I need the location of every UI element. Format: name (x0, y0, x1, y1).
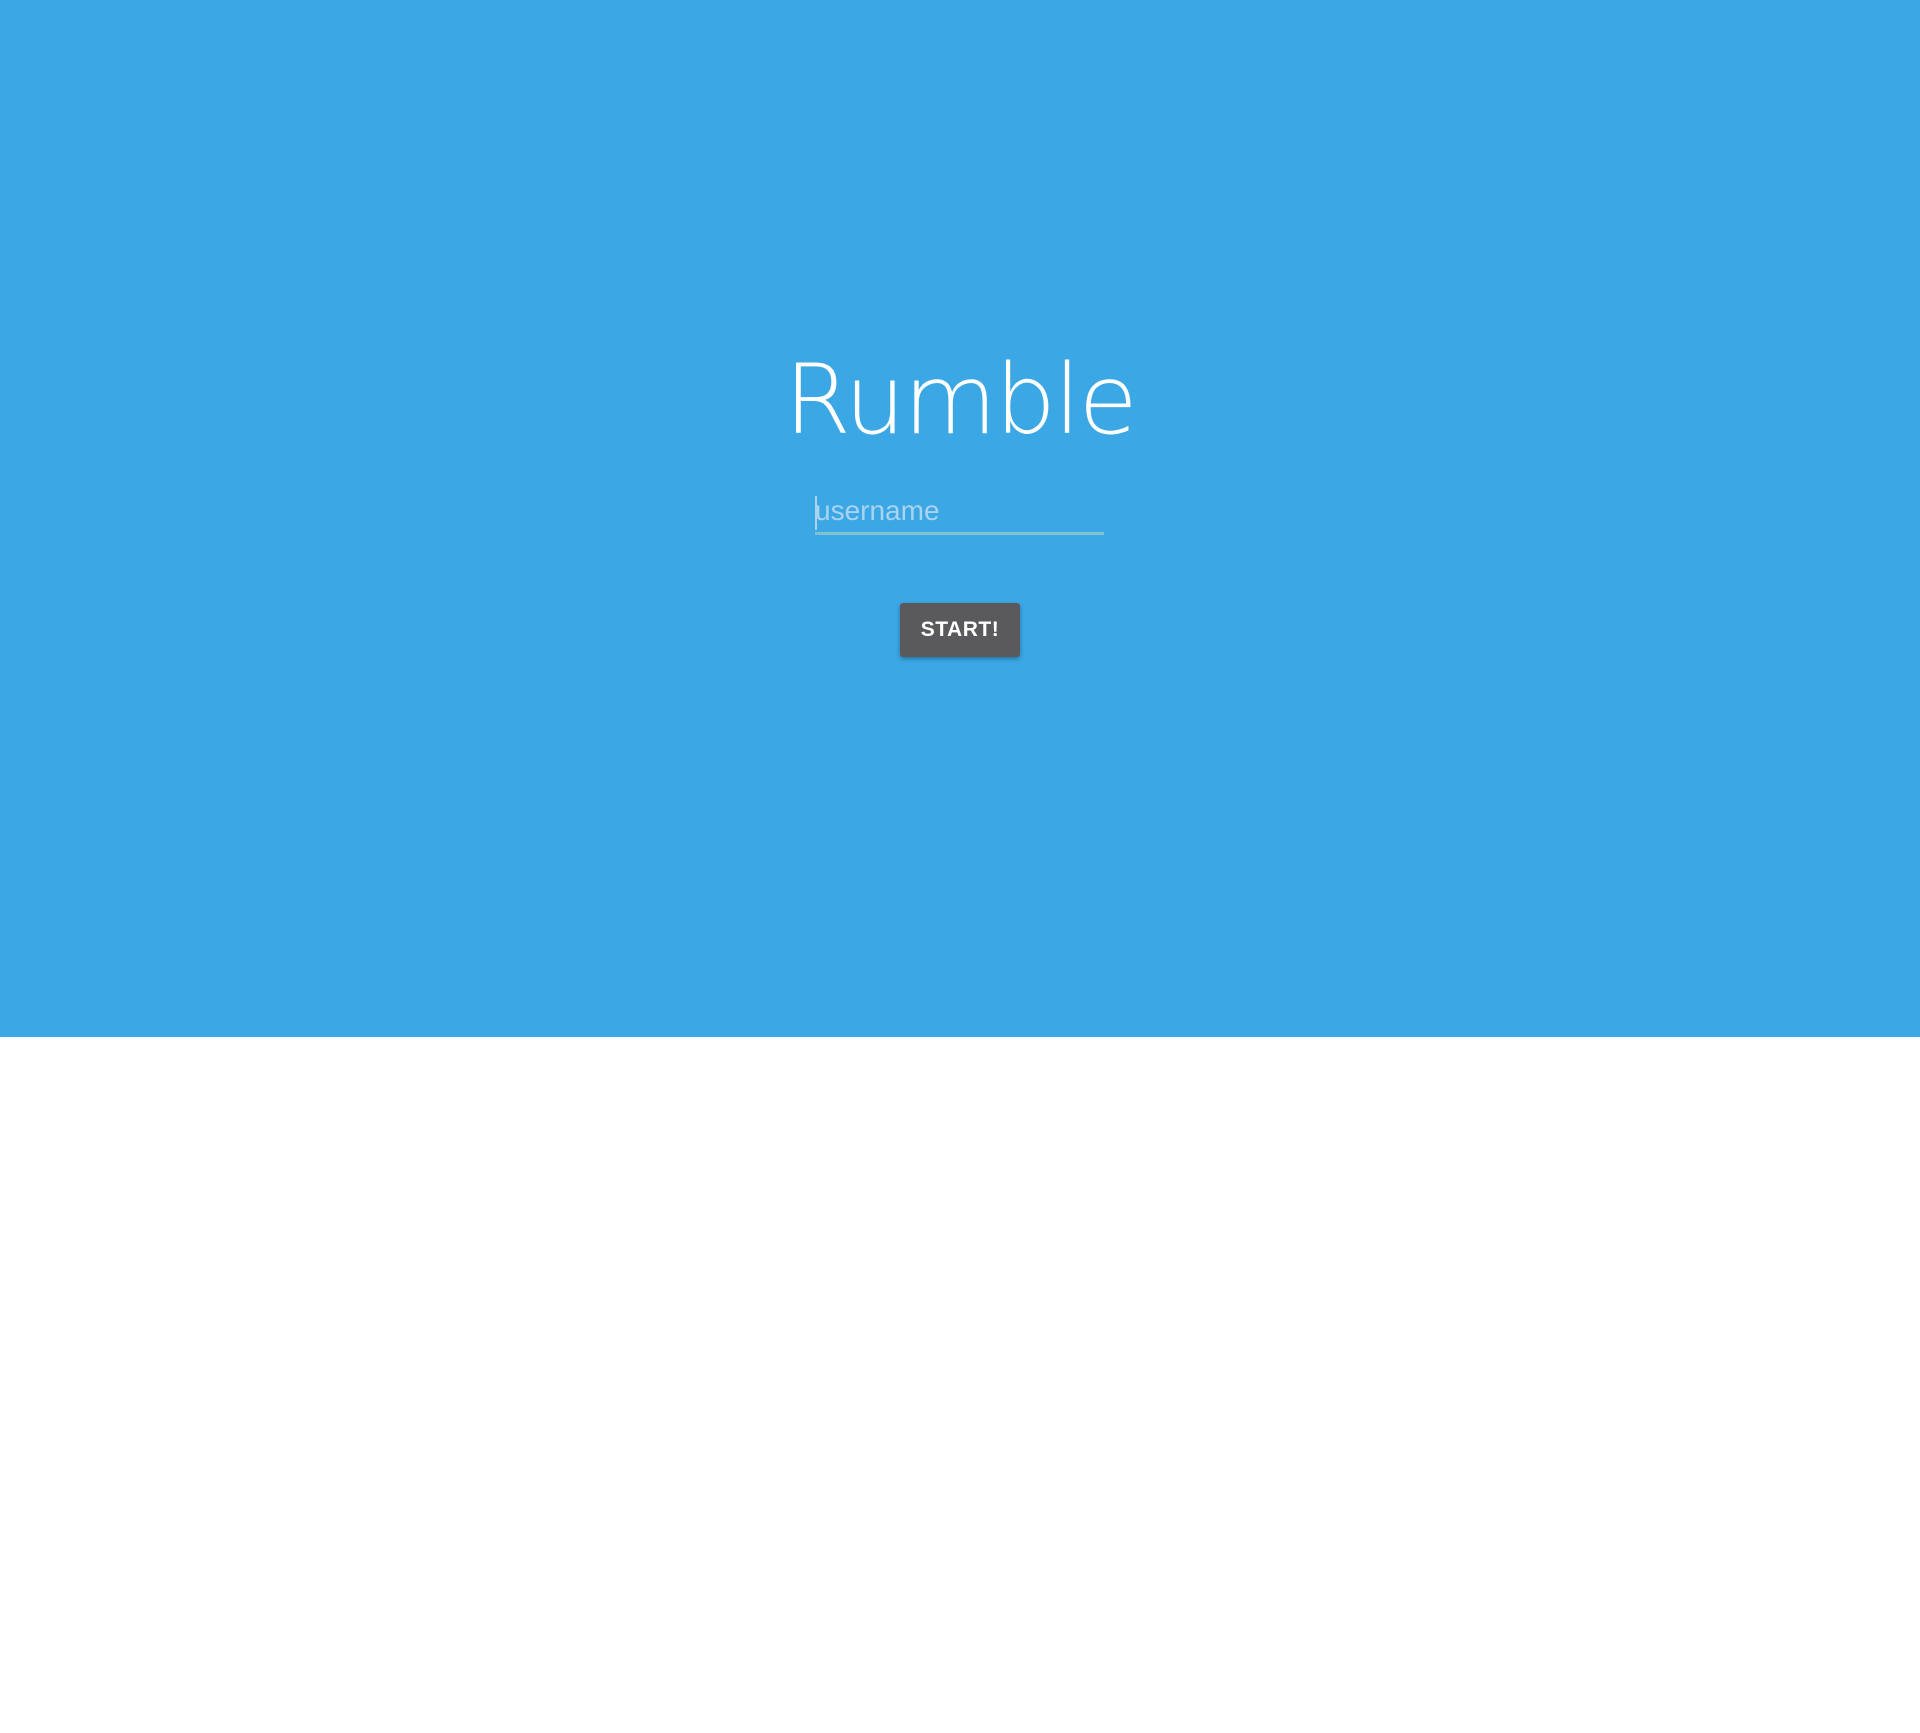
username-field[interactable] (815, 490, 1104, 538)
start-button[interactable]: START! (900, 603, 1020, 657)
username-input[interactable] (815, 490, 1104, 535)
app-logo: Rumble (784, 344, 1137, 456)
text-caret (815, 496, 817, 530)
hero-banner: Rumble START! (0, 0, 1920, 1037)
